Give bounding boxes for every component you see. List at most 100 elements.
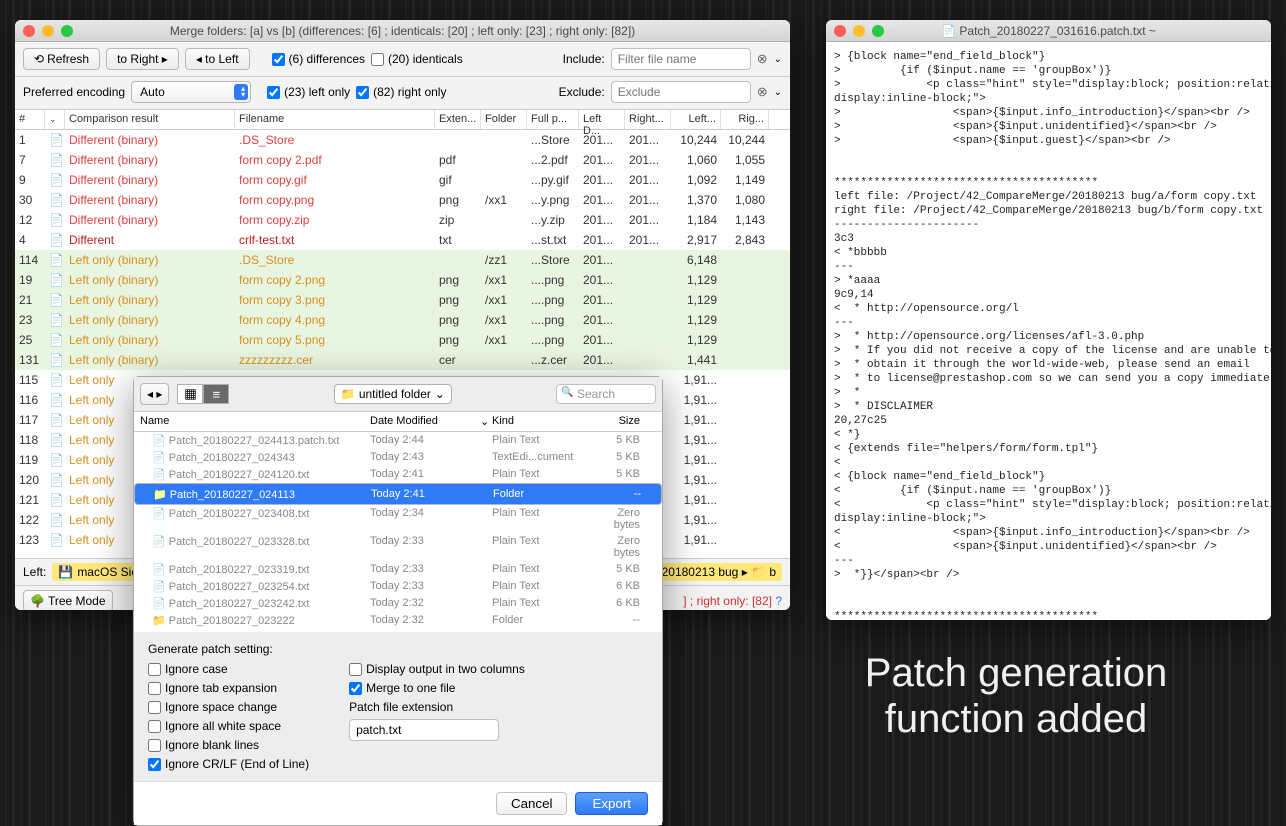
file-list-row[interactable]: 📄 Patch_20180227_023408.txtToday 2:34Pla… xyxy=(134,505,662,533)
file-list-row[interactable]: 📁 Patch_20180227_023222Today 2:32Folder-… xyxy=(134,612,662,629)
col-filename[interactable]: Filename xyxy=(235,110,435,129)
dialog-buttons: Cancel Export xyxy=(134,781,662,825)
file-icon: 📄 xyxy=(152,581,166,593)
patch-option-checkbox[interactable]: Ignore CR/LF (End of Line) xyxy=(148,757,309,771)
file-list-row[interactable]: 📄 Patch_20180227_023319.txtToday 2:33Pla… xyxy=(134,561,662,578)
patch-option-checkbox[interactable]: Ignore tab expansion xyxy=(148,681,309,695)
clear-exclude-icon[interactable]: ⊗ xyxy=(757,84,768,100)
table-row[interactable]: 131📄Left only (binary)zzzzzzzzz.cercer..… xyxy=(15,350,790,370)
table-header[interactable]: # ⌄ Comparison result Filename Exten... … xyxy=(15,110,790,130)
file-list-row[interactable]: 📄 Patch_20180227_024120.txtToday 2:41Pla… xyxy=(134,466,662,483)
folder-selector[interactable]: 📁 untitled folder xyxy=(237,384,548,404)
clear-include-icon[interactable]: ⊗ xyxy=(757,51,768,67)
pref-encoding-label: Preferred encoding xyxy=(23,85,125,99)
file-icon: 📄 xyxy=(49,453,65,467)
file-icon: 📄 xyxy=(49,133,65,147)
file-icon: 📄 xyxy=(49,373,65,387)
chevron-down-icon[interactable]: ⌄ xyxy=(774,54,782,65)
col-folder[interactable]: Folder xyxy=(481,110,527,129)
tree-mode-button[interactable]: 🌳 Tree Mode xyxy=(23,590,113,610)
icon-view-button[interactable]: ▦ xyxy=(177,384,203,404)
table-row[interactable]: 114📄Left only (binary).DS_Store/zz1...St… xyxy=(15,250,790,270)
toolbar-row2: Preferred encoding Auto▴▾ (23) left only… xyxy=(15,77,790,110)
table-row[interactable]: 23📄Left only (binary)form copy 4.pngpng/… xyxy=(15,310,790,330)
file-list-row[interactable]: 📄 Patch_20180227_023328.txtToday 2:33Pla… xyxy=(134,533,662,561)
left-only-checkbox[interactable]: (23) left only xyxy=(267,85,350,99)
file-list-row[interactable]: 📄 Patch_20180227_024413.patch.txtToday 2… xyxy=(134,432,662,449)
two-columns-checkbox[interactable]: Display output in two columns xyxy=(349,662,525,676)
dialog-header[interactable]: Name Date Modified ⌄ Kind Size xyxy=(134,411,662,432)
right-path-chip[interactable]: 20180213 bug ▸ 📁 b xyxy=(656,563,782,581)
table-row[interactable]: 9📄Different (binary)form copy.gifgif...p… xyxy=(15,170,790,190)
col-fullpath[interactable]: Full p... xyxy=(527,110,579,129)
folder-icon: 📁 xyxy=(153,489,167,501)
col-rightdate[interactable]: Right... xyxy=(625,110,671,129)
col-leftdate[interactable]: Left D... xyxy=(579,110,625,129)
file-list-row[interactable]: 📁 Patch_20180227_024113Today 2:41Folder-… xyxy=(134,483,662,505)
patch-option-checkbox[interactable]: Ignore all white space xyxy=(148,719,309,733)
search-input[interactable]: Search xyxy=(556,384,656,404)
table-row[interactable]: 30📄Different (binary)form copy.pngpng/xx… xyxy=(15,190,790,210)
col-extension[interactable]: Exten... xyxy=(435,110,481,129)
file-list-row[interactable]: 📄 Patch_20180227_023242.txtToday 2:32Pla… xyxy=(134,595,662,612)
file-icon: 📄 xyxy=(49,473,65,487)
file-icon: 📄 xyxy=(152,452,166,464)
file-icon: 📄 xyxy=(49,513,65,527)
table-row[interactable]: 21📄Left only (binary)form copy 3.pngpng/… xyxy=(15,290,790,310)
file-icon: 📄 xyxy=(49,313,65,327)
file-icon: 📄 xyxy=(49,293,65,307)
col-leftsize[interactable]: Left... xyxy=(671,110,721,129)
table-row[interactable]: 25📄Left only (binary)form copy 5.pngpng/… xyxy=(15,330,790,350)
include-input[interactable] xyxy=(611,48,751,70)
extension-input[interactable] xyxy=(349,719,499,741)
col-icon[interactable]: ⌄ xyxy=(45,110,65,129)
file-icon: 📄 xyxy=(152,469,166,481)
file-list-row[interactable]: 📄 Patch_20180227_024343Today 2:43TextEdi… xyxy=(134,449,662,466)
file-list-row[interactable]: 📄 Patch_20180227_023254.txtToday 2:33Pla… xyxy=(134,578,662,595)
chevron-down-icon[interactable]: ⌄ xyxy=(774,87,782,98)
to-left-button[interactable]: ◂ to Left xyxy=(185,48,250,70)
refresh-button[interactable]: ⟲ Refresh xyxy=(23,48,100,70)
merge-one-file-checkbox[interactable]: Merge to one file xyxy=(349,681,525,695)
list-view-button[interactable]: ≡ xyxy=(203,384,229,404)
table-row[interactable]: 1📄Different (binary).DS_Store...Store201… xyxy=(15,130,790,150)
table-row[interactable]: 7📄Different (binary)form copy 2.pdfpdf..… xyxy=(15,150,790,170)
file-icon: 📄 xyxy=(49,433,65,447)
chevron-down-icon: ⌄ xyxy=(49,114,57,124)
table-row[interactable]: 19📄Left only (binary)form copy 2.pngpng/… xyxy=(15,270,790,290)
file-icon: 📄 xyxy=(152,508,166,520)
file-icon: 📄 xyxy=(49,173,65,187)
file-icon: 📄 xyxy=(49,193,65,207)
col-rightsize[interactable]: Rig... xyxy=(721,110,769,129)
patch-option-checkbox[interactable]: Ignore case xyxy=(148,662,309,676)
exclude-input[interactable] xyxy=(611,81,751,103)
left-label: Left: xyxy=(23,565,46,579)
patch-option-checkbox[interactable]: Ignore blank lines xyxy=(148,738,309,752)
col-number[interactable]: # xyxy=(15,110,45,129)
file-list-row[interactable]: 📁 Patch_20180227_023128Today 2:31Folder-… xyxy=(134,629,662,632)
file-icon: 📄 xyxy=(49,533,65,547)
folder-icon: 📁 xyxy=(341,387,356,401)
col-comparison[interactable]: Comparison result xyxy=(65,110,235,129)
patch-option-checkbox[interactable]: Ignore space change xyxy=(148,700,309,714)
editor-titlebar[interactable]: 📄 Patch_20180227_031616.patch.txt ~ xyxy=(826,20,1271,42)
status-text: ] ; right only: [82] ? xyxy=(683,594,782,608)
window-title: Merge folders: [a] vs [b] (differences: … xyxy=(15,24,790,38)
encoding-select[interactable]: Auto▴▾ xyxy=(131,81,251,103)
view-toggle[interactable]: ▦ ≡ xyxy=(177,384,229,404)
file-icon: 📄 xyxy=(49,393,65,407)
differences-checkbox[interactable]: (6) differences xyxy=(272,52,365,66)
file-list[interactable]: 📄 Patch_20180227_024413.patch.txtToday 2… xyxy=(134,432,662,632)
editor-content[interactable]: > {block name="end_field_block"} > {if (… xyxy=(826,42,1271,620)
help-icon[interactable]: ? xyxy=(775,594,782,608)
table-row[interactable]: 4📄Differentcrlf-test.txttxt...st.txt201.… xyxy=(15,230,790,250)
titlebar[interactable]: Merge folders: [a] vs [b] (differences: … xyxy=(15,20,790,42)
nav-back-button[interactable]: ◂ ▸ xyxy=(140,383,169,405)
to-right-button[interactable]: to Right ▸ xyxy=(106,48,179,70)
refresh-label: Refresh xyxy=(47,52,89,66)
right-only-checkbox[interactable]: (82) right only xyxy=(356,85,446,99)
folder-icon: 📁 xyxy=(152,615,166,627)
table-row[interactable]: 12📄Different (binary)form copy.zipzip...… xyxy=(15,210,790,230)
identicals-checkbox[interactable]: (20) identicals xyxy=(371,52,463,66)
file-icon: 📄 xyxy=(152,564,166,576)
